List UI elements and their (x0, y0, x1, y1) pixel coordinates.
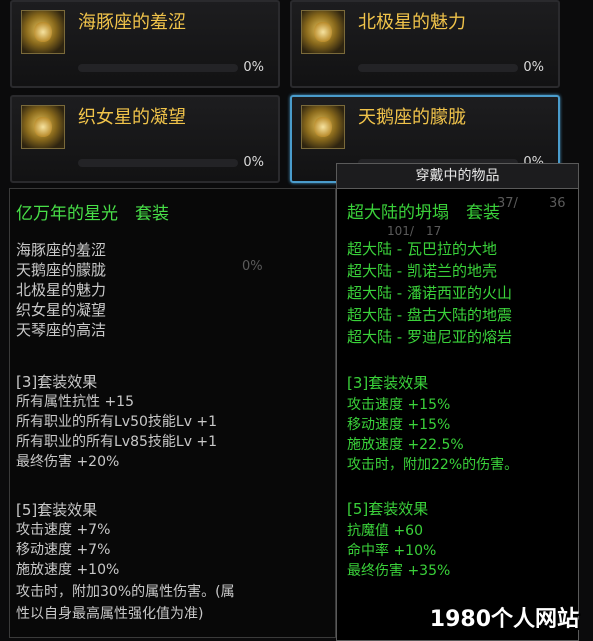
slot-title: 天鹅座的朦胧 (358, 107, 466, 128)
faded-count: 36 (549, 196, 566, 211)
effect5-line: 性以自身最高属性强化值为准) (16, 606, 204, 622)
effect3-line: 攻击速度 +15% (347, 397, 451, 413)
set-item: 超大陆 - 罗迪尼亚的熔岩 (347, 328, 512, 346)
set-tooltip-left: 亿万年的星光 套装 海豚座的羞涩 天鹅座的朦胧 北极星的魅力 织女星的凝望 天琴… (9, 188, 336, 638)
effect5-header: [5]套装效果 (347, 500, 429, 518)
site-watermark: 1980个人网站 (429, 607, 579, 632)
effect3-header: [3]套装效果 (16, 373, 98, 391)
effect3-line: 所有职业的所有Lv85技能Lv +1 (16, 434, 218, 450)
effect5-line: 命中率 +10% (347, 543, 437, 559)
slot-vega[interactable]: 织女星的凝望 0% (10, 95, 280, 183)
effect5-line: 攻击时，附加30%的属性伤害。(属 (16, 584, 235, 600)
progress-pct: 0% (523, 60, 544, 75)
effect3-line: 所有属性抗性 +15 (16, 394, 134, 410)
set-item: 天鹅座的朦胧 (16, 261, 107, 279)
progress-bar (78, 159, 238, 167)
progress-pct: 0% (243, 60, 264, 75)
effect3-header: [3]套装效果 (347, 374, 429, 392)
set-item: 超大陆 - 凯诺兰的地壳 (347, 262, 497, 280)
effect3-line: 最终伤害 +20% (16, 454, 120, 470)
constellation-dolphin-icon (21, 10, 65, 54)
set-item: 超大陆 - 盘古大陆的地震 (347, 306, 512, 324)
faded-pct: 0% (242, 259, 263, 274)
constellation-vega-icon (21, 105, 65, 149)
set-item: 天琴座的高洁 (16, 321, 107, 339)
constellation-polaris-icon (301, 10, 345, 54)
faded-count: 101/ 17 (387, 224, 442, 238)
slot-title: 织女星的凝望 (78, 107, 186, 128)
set-name: 亿万年的星光 套装 (16, 204, 169, 224)
slot-title: 北极星的魅力 (358, 12, 466, 33)
effect3-line: 移动速度 +15% (347, 417, 451, 433)
faded-count: 37/ (497, 196, 518, 211)
set-item: 超大陆 - 潘诺西亚的火山 (347, 284, 512, 302)
slot-dolphin[interactable]: 海豚座的羞涩 0% (10, 0, 280, 88)
constellation-cygnus-icon (301, 105, 345, 149)
effect3-line: 所有职业的所有Lv50技能Lv +1 (16, 414, 218, 430)
set-item: 北极星的魅力 (16, 281, 107, 299)
effect3-line: 攻击时，附加22%的伤害。 (347, 457, 519, 473)
equipped-tooltip-right: 穿戴中的物品 37/ 36 101/ 17 超大陆的坍塌 套装 超大陆 - 瓦巴… (336, 163, 579, 641)
effect5-line: 攻击速度 +7% (16, 522, 111, 538)
slot-polaris[interactable]: 北极星的魅力 0% (290, 0, 560, 88)
effect5-line: 移动速度 +7% (16, 542, 111, 558)
effect5-line: 抗魔值 +60 (347, 523, 423, 539)
effect5-line: 施放速度 +10% (16, 562, 120, 578)
set-item: 海豚座的羞涩 (16, 241, 107, 259)
effect5-header: [5]套装效果 (16, 501, 98, 519)
progress-bar (358, 64, 518, 72)
set-item: 织女星的凝望 (16, 301, 107, 319)
tooltip-header: 穿戴中的物品 (337, 164, 578, 189)
effect3-line: 施放速度 +22.5% (347, 437, 464, 453)
set-item: 超大陆 - 瓦巴拉的大地 (347, 240, 497, 258)
progress-pct: 0% (243, 155, 264, 170)
slot-title: 海豚座的羞涩 (78, 12, 186, 33)
set-name: 超大陆的坍塌 套装 (347, 203, 500, 223)
progress-bar (78, 64, 238, 72)
effect5-line: 最终伤害 +35% (347, 563, 451, 579)
